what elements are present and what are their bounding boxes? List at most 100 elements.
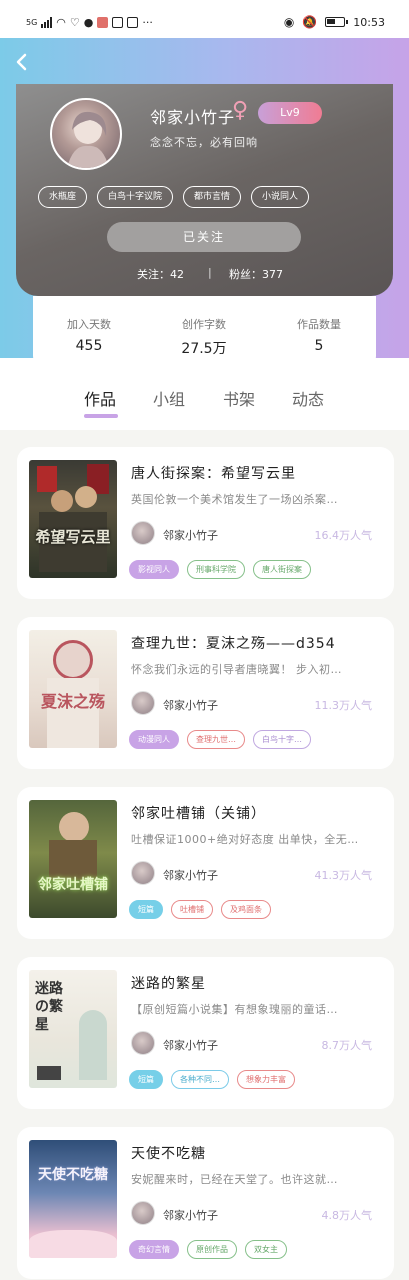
work-tag[interactable]: 短篇 — [129, 1070, 163, 1089]
book-cover[interactable]: 邻家吐槽铺 — [29, 800, 117, 918]
author-name: 邻家小竹子 — [163, 1209, 218, 1222]
work-tag[interactable]: 短篇 — [129, 900, 163, 919]
cover-figure — [59, 812, 89, 842]
profile-card: 邻家小竹子 ♀ Lv9 念念不忘，必有回响 水瓶座 白鸟十字议院 都市言情 小说… — [16, 84, 393, 296]
clock: 10:53 — [353, 15, 385, 29]
avatar-image — [67, 111, 109, 168]
author-name: 邻家小竹子 — [163, 529, 218, 542]
popularity: 8.7万人气 — [321, 1039, 373, 1052]
work-tag[interactable]: 刑事科学院 — [187, 560, 245, 579]
cover-figure — [51, 490, 73, 512]
upload-icon — [112, 17, 124, 28]
tab-groups[interactable]: 小组 — [153, 386, 185, 410]
work-tag[interactable]: 查理九世… — [187, 730, 245, 749]
stat-join-days: 加入天数 455 — [39, 316, 139, 354]
popularity: 41.3万人气 — [314, 869, 373, 882]
cover-stamp — [37, 1066, 61, 1080]
profile-tag[interactable]: 水瓶座 — [38, 186, 88, 208]
work-description: 【原创短篇小说集】有想象瑰丽的童话… — [131, 1003, 338, 1016]
active-tab-indicator — [84, 414, 118, 418]
work-title[interactable]: 迷路的繁星 — [131, 973, 206, 993]
book-cover[interactable]: 夏沫之殇 — [29, 630, 117, 748]
author-avatar — [131, 691, 155, 715]
popularity: 11.3万人气 — [314, 699, 373, 712]
back-button[interactable] — [8, 48, 36, 76]
author-name: 邻家小竹子 — [163, 1039, 218, 1052]
book-cover[interactable]: 希望写云里 — [29, 460, 117, 578]
work-title[interactable]: 查理九世：夏沫之殇——d354 — [131, 633, 336, 653]
work-title[interactable]: 唐人街探案：希望写云里 — [131, 463, 296, 483]
stat-label: 创作字数 — [182, 318, 226, 331]
author-name: 邻家小竹子 — [163, 699, 218, 712]
work-title[interactable]: 天使不吃糖 — [131, 1143, 206, 1163]
popularity: 4.8万人气 — [321, 1209, 373, 1222]
level-badge: Lv9 — [258, 102, 322, 124]
stat-word-count: 创作字数 27.5万 — [154, 316, 254, 358]
female-icon: ♀ — [232, 98, 249, 123]
work-tag[interactable]: 唐人街探案 — [253, 560, 311, 579]
work-tag[interactable]: 白鸟十字… — [253, 730, 311, 749]
battery-icon — [325, 17, 349, 27]
heart-icon: ♡ — [69, 16, 80, 29]
profile-nickname: 邻家小竹子 — [150, 108, 236, 127]
work-tag[interactable]: 吐槽铺 — [171, 900, 213, 919]
image-icon — [127, 17, 139, 28]
author-avatar — [131, 1201, 155, 1225]
work-tag[interactable]: 奇幻言情 — [129, 1240, 179, 1259]
tab-bookshelf[interactable]: 书架 — [223, 386, 255, 410]
work-card[interactable]: 夏沫之殇 查理九世：夏沫之殇——d354 怀念我们永远的引导者唐晓翼！ 步入初…… — [17, 617, 394, 769]
tab-activity[interactable]: 动态 — [292, 386, 324, 410]
message-icon: ● — [83, 16, 94, 29]
app-icon — [97, 17, 109, 28]
cover-title: 邻家吐槽铺 — [38, 877, 108, 893]
work-description: 怀念我们永远的引导者唐晓翼！ 步入初… — [131, 663, 342, 676]
book-cover[interactable]: 天使不吃糖 — [29, 1140, 117, 1258]
work-card[interactable]: 天使不吃糖 天使不吃糖 安妮醒来时，已经在天堂了。也许这就… 邻家小竹子 4.8… — [17, 1127, 394, 1279]
work-tag[interactable]: 及鸡面条 — [221, 900, 271, 919]
chevron-left-icon — [16, 53, 27, 71]
cover-clouds — [29, 1230, 117, 1258]
network-label: 5G — [26, 18, 38, 27]
work-card[interactable]: 邻家吐槽铺 邻家吐槽铺（关铺） 吐槽保证1000+绝对好态度 出单快，全无… 邻… — [17, 787, 394, 939]
profile-tag[interactable]: 白鸟十字议院 — [97, 186, 174, 208]
profile-tag[interactable]: 小说同人 — [251, 186, 310, 208]
cover-title: 迷路の繁星 — [35, 981, 63, 1033]
cover-figure — [79, 1010, 107, 1080]
mute-icon: 🔕 — [302, 15, 318, 29]
work-tag[interactable]: 影视同人 — [129, 560, 179, 579]
stat-works-count: 作品数量 5 — [269, 316, 369, 354]
stat-value: 455 — [75, 338, 103, 354]
author-avatar — [131, 861, 155, 885]
wifi-icon: ◠ — [56, 16, 66, 29]
work-tag[interactable]: 动漫同人 — [129, 730, 179, 749]
cover-title: 希望写云里 — [35, 528, 111, 546]
work-tags: 短篇 吐槽铺 及鸡面条 — [129, 900, 271, 919]
stat-value: 27.5万 — [181, 341, 227, 357]
author-name: 邻家小竹子 — [163, 869, 218, 882]
profile-tag[interactable]: 都市言情 — [183, 186, 242, 208]
tab-works[interactable]: 作品 — [84, 386, 116, 410]
work-tag[interactable]: 双女主 — [245, 1240, 287, 1259]
work-tags: 奇幻言情 原创作品 双女主 — [129, 1240, 287, 1259]
fans-count[interactable]: 粉丝：377 — [229, 266, 283, 282]
cover-figure — [53, 640, 93, 680]
work-tag[interactable]: 原创作品 — [187, 1240, 237, 1259]
book-cover[interactable]: 迷路の繁星 — [29, 970, 117, 1088]
cover-title: 夏沫之殇 — [40, 692, 105, 711]
signal-icon — [41, 17, 53, 28]
popularity: 16.4万人气 — [314, 529, 373, 542]
work-tag[interactable]: 各种不同… — [171, 1070, 229, 1089]
work-card[interactable]: 希望写云里 唐人街探案：希望写云里 英国伦敦一个美术馆发生了一场凶杀案… 邻家小… — [17, 447, 394, 599]
stats-card: 加入天数 455 创作字数 27.5万 作品数量 5 — [33, 296, 376, 370]
follow-button[interactable]: 已关注 — [107, 222, 301, 252]
avatar[interactable] — [50, 98, 122, 170]
work-card[interactable]: 迷路の繁星 迷路的繁星 【原创短篇小说集】有想象瑰丽的童话… 邻家小竹子 8.7… — [17, 957, 394, 1109]
work-description: 吐槽保证1000+绝对好态度 出单快，全无… — [131, 833, 359, 846]
work-tag[interactable]: 想象力丰富 — [237, 1070, 295, 1089]
following-count[interactable]: 关注：42 — [137, 266, 184, 282]
stat-value: 5 — [314, 338, 324, 354]
work-title[interactable]: 邻家吐槽铺（关铺） — [131, 803, 266, 823]
profile-tags: 水瓶座 白鸟十字议院 都市言情 小说同人 — [38, 186, 310, 208]
stat-label: 作品数量 — [297, 318, 341, 331]
author-avatar — [131, 521, 155, 545]
